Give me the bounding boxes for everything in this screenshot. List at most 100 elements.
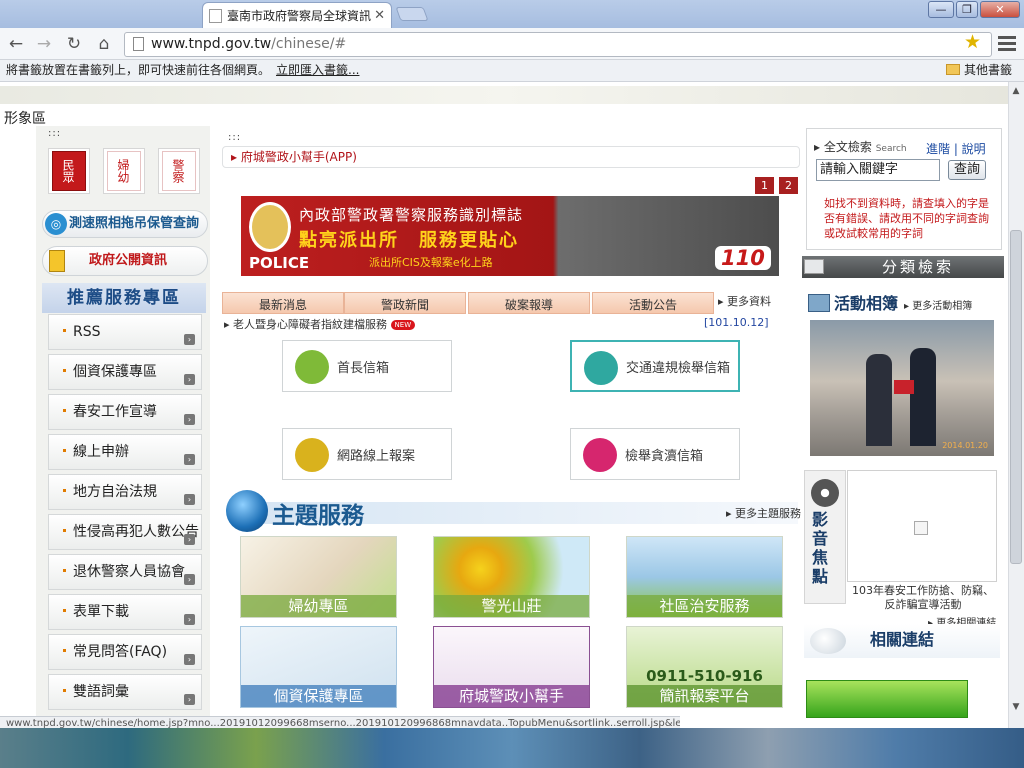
left-item-rss[interactable]: RSS › — [48, 314, 202, 350]
recommended-services-title: 推薦服務專區 — [42, 283, 206, 313]
browser-tab[interactable]: 臺南市政府警察局全球資訊 ✕ — [202, 2, 392, 28]
arrow-icon: › — [184, 574, 195, 585]
mayor-mailbox-button[interactable]: 首長信箱 — [282, 340, 452, 392]
tab-case-reports[interactable]: 破案報導 — [468, 292, 590, 314]
theme-card-privacy[interactable]: 個資保護專區 — [240, 626, 397, 708]
role-police-button[interactable]: 警察 — [158, 148, 200, 194]
video-caption[interactable]: 103年春安工作防搶、防竊、反詐騙宣導活動 — [848, 584, 998, 612]
theme-card-women-children[interactable]: 婦幼專區 — [240, 536, 397, 618]
camera-icon — [808, 294, 830, 312]
menu-icon[interactable] — [998, 33, 1016, 55]
left-item-faq[interactable]: 常見問答(FAQ) › — [48, 634, 202, 670]
left-item-forms[interactable]: 表單下載 › — [48, 594, 202, 630]
mouse-icon — [810, 628, 846, 654]
advanced-search-link[interactable]: 進階 | 說明 — [926, 140, 986, 157]
category-search-bar[interactable]: 分類檢索 — [802, 256, 1004, 278]
back-icon[interactable]: ← — [4, 32, 28, 56]
mailbox-label: 交通違規檢舉信箱 — [626, 360, 731, 376]
url-host: www.tnpd.gov.tw — [151, 36, 272, 52]
banner-110-logo: 110 — [715, 246, 771, 270]
related-link-banner[interactable] — [806, 680, 968, 718]
left-item-local-regulations[interactable]: 地方自治法規 › — [48, 474, 202, 510]
page-favicon-icon — [209, 8, 222, 23]
more-theme-label: 更多主題服務 — [735, 507, 802, 520]
home-icon[interactable]: ⌂ — [92, 32, 116, 56]
address-bar[interactable]: www.tnpd.gov.tw/chinese/# — [124, 32, 992, 57]
traffic-report-mailbox-button[interactable]: 交通違規檢舉信箱 — [570, 340, 740, 392]
accesskey-center[interactable]: ::: — [228, 132, 241, 143]
police-banner[interactable]: 內政部警政署警察服務識別標誌 點亮派出所 服務更貼心 派出所CIS及報案e化上路… — [241, 196, 779, 276]
left-item-label: 雙語詞彙 — [73, 684, 129, 700]
theme-card-label: 府城警政小幫手 — [434, 685, 589, 707]
reload-icon[interactable]: ↻ — [62, 32, 86, 56]
accesskey-left[interactable]: ::: — [48, 128, 61, 139]
bookmark-star-icon[interactable]: ★ — [964, 31, 981, 53]
search-button[interactable]: 查詢 — [948, 160, 986, 180]
corruption-report-button[interactable]: 檢舉貪瀆信箱 — [570, 428, 740, 480]
theme-card-community-safety[interactable]: 社區治安服務 — [626, 536, 783, 618]
left-item-spring-safety[interactable]: 春安工作宣導 › — [48, 394, 202, 430]
public-info-button[interactable]: 政府公開資訊 — [42, 246, 208, 276]
theme-card-label: 社區治安服務 — [627, 595, 782, 617]
close-window-button[interactable]: ✕ — [980, 1, 1020, 18]
maximize-button[interactable]: ❐ — [956, 1, 978, 18]
app-link[interactable]: ▸ 府城警政小幫手(APP) — [222, 146, 800, 168]
arrow-icon: › — [184, 454, 195, 465]
role-public-button[interactable]: 民眾 — [48, 148, 90, 194]
theme-card-sms-report[interactable]: 0911-510-916 簡訊報案平台 — [626, 626, 783, 708]
scroll-down-icon[interactable]: ▼ — [1009, 700, 1023, 714]
left-item-online-apply[interactable]: 線上申辦 › — [48, 434, 202, 470]
online-report-button[interactable]: 網路線上報案 — [282, 428, 452, 480]
arrow-icon: › — [184, 534, 195, 545]
theme-card-label: 婦幼專區 — [241, 595, 396, 617]
new-tab-button[interactable] — [395, 7, 429, 21]
video-player[interactable] — [847, 470, 997, 582]
banner-page-2-button[interactable]: 2 — [779, 177, 798, 194]
banner-page-1-button[interactable]: 1 — [755, 177, 774, 194]
more-info-link[interactable]: ▸ 更多資料 — [718, 293, 771, 309]
photo-person — [910, 348, 936, 446]
tab-title: 臺南市政府警察局全球資訊 — [227, 9, 372, 23]
more-theme-link[interactable]: ▸ 更多主題服務 — [726, 505, 801, 521]
header-band — [0, 86, 1008, 104]
scroll-thumb[interactable] — [1010, 230, 1022, 564]
role-women-children-button[interactable]: 婦幼 — [103, 148, 145, 194]
left-item-offender-notice[interactable]: 性侵高再犯人數公告 › — [48, 514, 202, 550]
theme-card-app-helper[interactable]: 府城警政小幫手 — [433, 626, 590, 708]
tab-police-news[interactable]: 警政新聞 — [344, 292, 466, 314]
left-item-retired-police[interactable]: 退休警察人員協會 › — [48, 554, 202, 590]
left-item-label: 表單下載 — [73, 604, 129, 620]
other-bookmarks[interactable]: 其他書籤 — [946, 60, 1012, 81]
news-item-title: 老人暨身心障礙者指紋建檔服務 — [233, 318, 388, 331]
minimize-button[interactable]: — — [928, 1, 954, 18]
import-bookmarks-link[interactable]: 立即匯入書籤... — [276, 60, 359, 81]
photo-gift — [894, 380, 914, 394]
monitor-icon — [804, 259, 824, 274]
police-badge-icon — [249, 202, 291, 252]
new-badge: NEW — [390, 320, 416, 330]
tab-event-notices[interactable]: 活動公告 — [592, 292, 714, 314]
related-links-title: 相關連結 — [870, 630, 935, 649]
close-tab-icon[interactable]: ✕ — [374, 8, 385, 23]
more-album-label: 更多活動相簿 — [912, 301, 973, 312]
left-item-privacy[interactable]: 個資保護專區 › — [48, 354, 202, 390]
arrow-icon: › — [184, 374, 195, 385]
mail-icon — [295, 350, 329, 384]
scroll-up-icon[interactable]: ▲ — [1009, 84, 1023, 98]
theme-card-police-villa[interactable]: 警光山莊 — [433, 536, 590, 618]
arrow-icon: › — [184, 694, 195, 705]
search-input[interactable]: 請輸入關鍵字 — [816, 159, 940, 181]
clipboard-icon — [49, 250, 65, 272]
os-taskbar — [0, 728, 1024, 768]
news-item[interactable]: ▸ 老人暨身心障礙者指紋建檔服務 NEW — [224, 316, 416, 332]
more-album-link[interactable]: ▸ 更多活動相簿 — [904, 301, 972, 312]
tab-latest-news[interactable]: 最新消息 — [222, 292, 344, 314]
speed-camera-tow-query-button[interactable]: ◎ 測速照相拖吊保管查詢 — [42, 210, 208, 238]
arrow-icon: › — [184, 494, 195, 505]
bookmark-prompt: 將書籤放置在書籤列上，即可快速前往各個網頁。 — [6, 63, 271, 77]
left-item-bilingual[interactable]: 雙語詞彙 › — [48, 674, 202, 710]
arrow-icon: › — [184, 654, 195, 665]
forward-icon[interactable]: → — [32, 32, 56, 56]
album-photo[interactable]: 2014.01.20 — [810, 320, 994, 456]
role-label: 婦幼 — [107, 151, 141, 191]
